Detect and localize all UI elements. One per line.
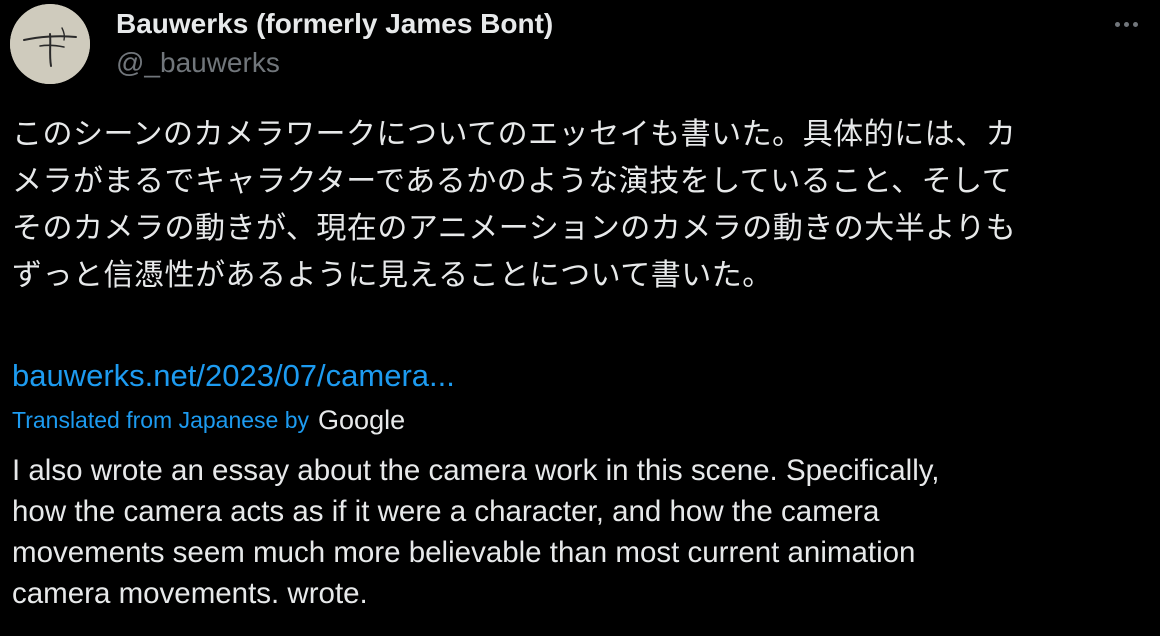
signature-avatar-icon bbox=[10, 4, 90, 84]
avatar[interactable] bbox=[10, 4, 90, 84]
author-display-name[interactable]: Bauwerks (formerly James Bont) bbox=[116, 8, 553, 40]
translation-line: how the camera acts as if it were a char… bbox=[12, 495, 880, 528]
tweet-text-line: そのカメラの動きが、現在のアニメーションのカメラの動きの大半よりも bbox=[12, 211, 1017, 246]
translation-line: movements seem much more believable than… bbox=[12, 536, 916, 569]
tweet-text-line: メラがまるでキャラクターであるかのような演技をしていること、そして bbox=[12, 164, 1013, 199]
tweet-text-japanese: このシーンのカメラワークについてのエッセイも書いた。具体的には、カ メラがまるで… bbox=[12, 111, 1152, 299]
author-handle[interactable]: @_bauwerks bbox=[116, 47, 280, 79]
translation-attribution: Translated from Japanese by Google bbox=[12, 405, 405, 436]
tweet-translation: I also wrote an essay about the camera w… bbox=[12, 450, 1152, 614]
more-horizontal-icon[interactable] bbox=[1108, 10, 1144, 38]
translation-line: camera movements. wrote. bbox=[12, 577, 368, 610]
translation-line: I also wrote an essay about the camera w… bbox=[12, 454, 940, 487]
tweet: Bauwerks (formerly James Bont) @_bauwerk… bbox=[0, 0, 1160, 636]
tweet-text-line: ずっと信憑性があるように見えることについて書いた。 bbox=[12, 258, 773, 293]
google-logo: Google bbox=[318, 405, 406, 435]
translated-from-label[interactable]: Translated from Japanese by bbox=[12, 407, 309, 434]
tweet-text-line: このシーンのカメラワークについてのエッセイも書いた。具体的には、カ bbox=[12, 117, 1017, 152]
tweet-link[interactable]: bauwerks.net/2023/07/camera... bbox=[12, 358, 455, 394]
